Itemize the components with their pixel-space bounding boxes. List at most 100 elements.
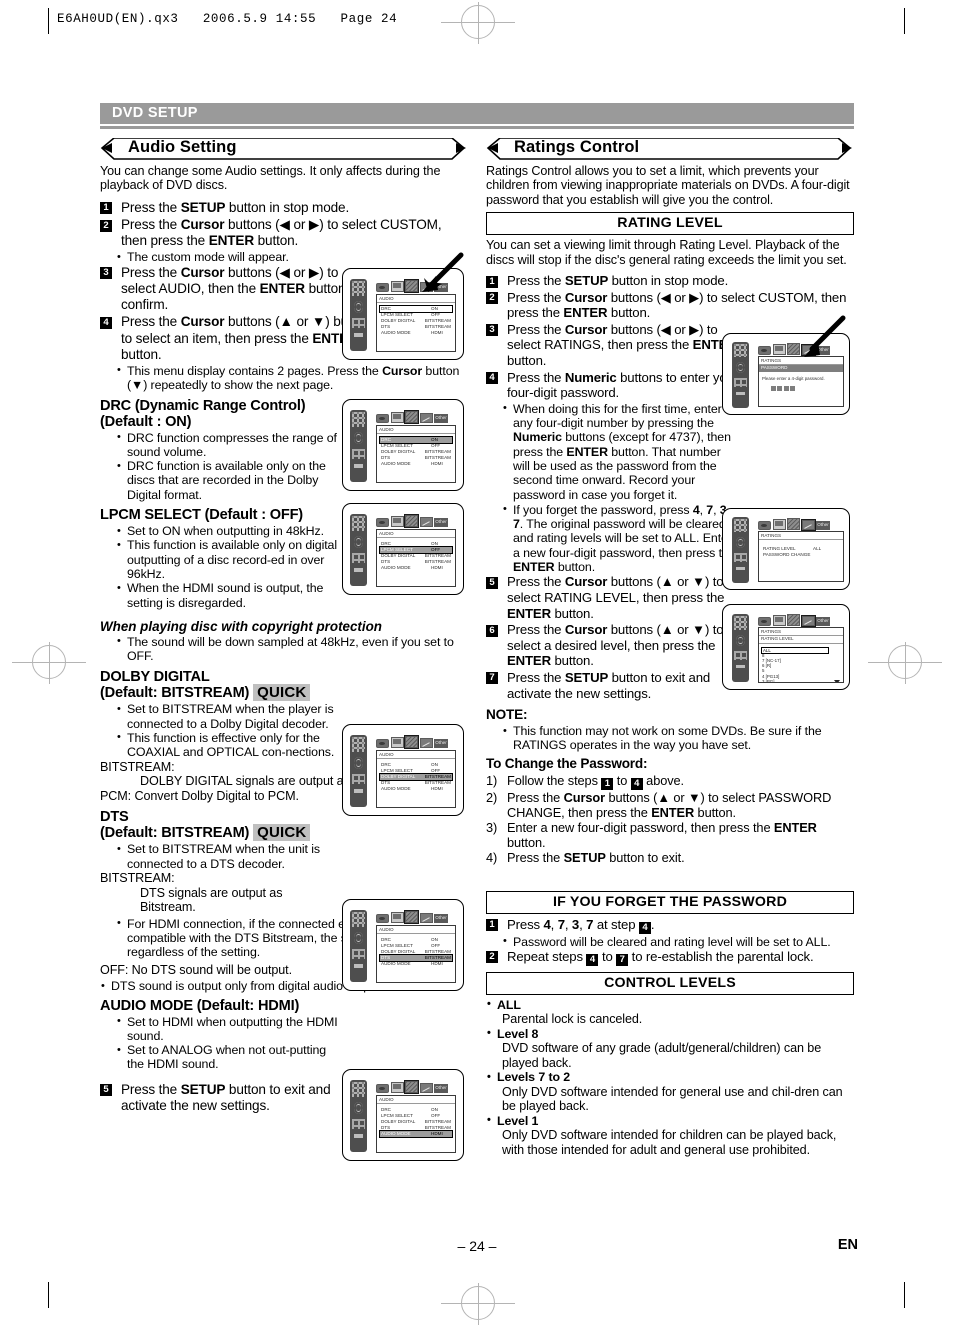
section-banner-rule: [100, 126, 854, 129]
ratings-icon[interactable]: [419, 1083, 433, 1093]
other-icon[interactable]: Other: [816, 617, 830, 626]
ratings-step-6: 6 Press the Cursor buttons (▲ or ▼) to s…: [486, 622, 753, 669]
step-number-badge: 2: [100, 219, 112, 232]
ratings-icon[interactable]: [419, 913, 433, 923]
other-icon[interactable]: Other: [434, 518, 448, 527]
step-text: Press the Cursor buttons (◀ or ▶) to sel…: [507, 321, 737, 368]
display-icon[interactable]: [390, 737, 404, 748]
audio-icon[interactable]: [404, 514, 419, 528]
display-icon[interactable]: [772, 344, 786, 355]
osd-row-audiomode[interactable]: AUDIO MODE HDMI: [380, 461, 452, 467]
remote-bottom-button: [353, 464, 363, 468]
osd-icon-strip: Other: [376, 735, 448, 749]
remote-lower-keys: [352, 552, 365, 563]
osd-panel-title: AUDIO: [377, 295, 455, 303]
osd-row-audiomode[interactable]: AUDIO MODE HDMI: [380, 961, 452, 967]
ratings-control-ribbon: Ratings Control: [486, 136, 854, 161]
display-icon[interactable]: [390, 281, 404, 292]
other-icon[interactable]: Other: [434, 414, 448, 423]
osd-row-audiomode[interactable]: AUDIO MODE HDMI: [380, 330, 452, 336]
disc-icon[interactable]: [758, 617, 771, 626]
remote-cursor-ring: [353, 301, 364, 313]
remote-bottom-button: [353, 333, 363, 337]
scroll-down-caret-icon[interactable]: [834, 679, 840, 682]
disc-icon[interactable]: [376, 414, 389, 423]
disc-icon[interactable]: [758, 346, 771, 355]
step-text: Repeat steps 4 to 7 to re-establish the …: [507, 948, 814, 966]
osd-row-audiomode[interactable]: AUDIO MODE HDMI: [380, 565, 452, 571]
copyright-heading: When playing disc with copyright protect…: [100, 618, 382, 634]
other-icon[interactable]: Other: [434, 914, 448, 923]
audio-icon[interactable]: [404, 735, 419, 749]
osd-audio-panel: AUDIO DRC ON LPCM SELECT OFF DOLBY DIGITAL…: [376, 294, 456, 352]
osd-row-audiomode[interactable]: AUDIO MODE HDMI: [380, 786, 452, 792]
osd-panel-rows: RATING LEVEL ALL PASSWORD CHANGE: [759, 540, 843, 558]
audio-mode-bullet-1: Set to HDMI when outputting the HDMI sou…: [116, 1014, 343, 1044]
display-icon[interactable]: [390, 1082, 404, 1093]
ratings-icon[interactable]: [419, 517, 433, 527]
ratings-icon[interactable]: [800, 519, 816, 531]
crop-mark-top-right: [904, 8, 906, 34]
forget-step-2: 2 Repeat steps 4 to 7 to re-establish th…: [486, 949, 854, 966]
password-entry-boxes[interactable]: [759, 385, 843, 391]
osd-audio-panel: AUDIO DRC ON LPCM SELECT OFF DOLBY DIGITAL…: [376, 750, 456, 808]
ratings-step-4-note-2: If you forget the password, press 4, 7, …: [502, 502, 739, 574]
ratings-icon[interactable]: [419, 413, 433, 423]
ratings-icon[interactable]: [800, 615, 816, 627]
disc-icon[interactable]: [376, 1084, 389, 1093]
osd-panel-rows: DRC ON LPCM SELECT OFF DOLBY DIGITAL BITSTR…: [377, 1104, 455, 1138]
step-text: Press 4, 7, 3, 7 at step 4.: [507, 916, 655, 934]
other-icon[interactable]: Other: [816, 521, 830, 530]
remote-cursor-ring: [353, 1102, 364, 1114]
lpcm-bullet-3: When the HDMI sound is output, the setti…: [116, 581, 343, 610]
display-icon[interactable]: [772, 615, 786, 626]
disc-icon[interactable]: [376, 739, 389, 748]
osd-icon-strip: Other: [376, 1080, 448, 1094]
display-icon[interactable]: [390, 516, 404, 527]
disc-icon[interactable]: [376, 283, 389, 292]
change-password-heading: To Change the Password:: [486, 755, 648, 771]
audio-icon[interactable]: [404, 910, 419, 924]
control-level-label-all: ALL: [486, 997, 854, 1012]
dts-bitstream-label: BITSTREAM:: [100, 870, 175, 885]
forget-step-1-note: Password will be cleared and rating leve…: [502, 934, 854, 949]
section-banner: DVD SETUP: [100, 103, 854, 124]
step-number-badge: 7: [486, 672, 498, 685]
ol-number: 4): [486, 849, 498, 865]
disc-icon[interactable]: [376, 518, 389, 527]
step-text: Press the SETUP button in stop mode.: [507, 273, 729, 289]
registration-cross-top-v: [477, 2, 479, 44]
audio-step-4-note: This menu display contains 2 pages. Pres…: [116, 363, 468, 393]
audio-icon[interactable]: [787, 614, 800, 626]
display-icon[interactable]: [772, 519, 786, 530]
osd-audio-panel: AUDIO DRC ON LPCM SELECT OFF DOLBY DIGITAL…: [376, 425, 456, 483]
ratings-step-1: 1 Press the SETUP button in stop mode.: [486, 273, 854, 289]
audio-icon[interactable]: [404, 1080, 419, 1094]
remote-keypad: [352, 737, 365, 752]
display-icon[interactable]: [390, 912, 404, 923]
ol-number: 3): [486, 819, 498, 835]
other-icon[interactable]: Other: [434, 739, 448, 748]
step-number-badge: 4: [100, 316, 112, 329]
audio-mode-heading: AUDIO MODE (Default: HDMI): [100, 997, 300, 1014]
other-icon[interactable]: Other: [434, 1084, 448, 1093]
step-text: Press the Cursor buttons (▲ or ▼) to sel…: [507, 622, 724, 669]
osd-panel-rows: DRC ON LPCM SELECT OFF DOLBY DIGITAL BITSTR…: [377, 434, 455, 467]
change-password-step-1: 1) Follow the steps 1 to 4 above.: [486, 773, 854, 790]
drc-bullet-1: DRC function compresses the range of sou…: [116, 430, 343, 460]
osd-panel-title: RATINGS: [759, 532, 843, 540]
ratings-icon[interactable]: [419, 738, 433, 748]
disc-icon[interactable]: [758, 521, 771, 530]
remote-cursor-ring: [735, 362, 746, 373]
disc-icon[interactable]: [376, 914, 389, 923]
figure-ratings-menu: Other RATINGS RATING LEVEL ALL PASSWORD C…: [722, 508, 850, 590]
osd-row-password-change[interactable]: PASSWORD CHANGE: [762, 552, 840, 558]
audio-icon[interactable]: [787, 518, 800, 530]
remote-cursor-ring: [735, 537, 746, 548]
remote-bottom-button: [735, 665, 745, 669]
audio-icon[interactable]: [404, 410, 419, 424]
display-icon[interactable]: [390, 412, 404, 423]
registration-cross-bottom-v: [477, 1283, 479, 1325]
level-option-3[interactable]: 3 [PG]: [762, 679, 840, 682]
osd-row-audiomode[interactable]: AUDIO MODE HDMI: [379, 1129, 453, 1138]
